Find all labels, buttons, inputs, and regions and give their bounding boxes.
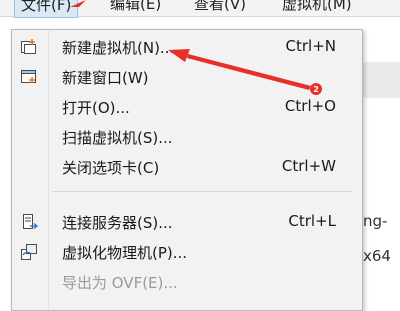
menu-item-new-window[interactable]: 新建窗口(W) <box>12 62 362 92</box>
menu-view[interactable]: 查看(V) <box>188 0 252 16</box>
new-window-icon <box>21 70 36 83</box>
menu-item-label: 新建虚拟机(N)... <box>62 39 175 57</box>
menu-item-new-vm[interactable]: 新建虚拟机(N)... Ctrl+N <box>12 32 362 62</box>
menu-item-shortcut: Ctrl+N <box>285 37 336 55</box>
menu-item-label: 导出为 OVF(E)... <box>62 274 178 292</box>
menu-item-label: 连接服务器(S)... <box>62 214 173 232</box>
menu-item-connect-server[interactable]: 连接服务器(S)... Ctrl+L <box>12 207 362 237</box>
virtualize-physical-icon <box>21 244 37 260</box>
menu-bar: 文件(F) 编辑(E) 查看(V) 虚拟机(M) <box>0 0 400 18</box>
menu-item-label: 虚拟化物理机(P)... <box>62 244 188 262</box>
background-toolbar <box>360 62 400 98</box>
new-vm-icon <box>21 39 36 54</box>
menu-item-label: 打开(O)... <box>62 99 130 117</box>
menu-item-label: 关闭选项卡(C) <box>62 159 160 177</box>
menu-item-shortcut: Ctrl+O <box>284 97 336 115</box>
background-text: ng- <box>363 212 388 230</box>
menu-item-virtualize-physical[interactable]: 虚拟化物理机(P)... <box>12 237 362 267</box>
menu-separator <box>52 191 352 192</box>
menu-item-label: 新建窗口(W) <box>62 69 149 87</box>
menu-item-shortcut: Ctrl+L <box>288 212 336 230</box>
menu-item-close-tab[interactable]: 关闭选项卡(C) Ctrl+W <box>12 152 362 182</box>
menu-item-label: 扫描虚拟机(S)... <box>62 129 173 147</box>
menu-file[interactable]: 文件(F) <box>14 0 79 18</box>
background-text: x64 <box>363 247 391 265</box>
menu-edit[interactable]: 编辑(E) <box>104 0 167 16</box>
menu-item-open[interactable]: 打开(O)... Ctrl+O <box>12 92 362 122</box>
menu-vm[interactable]: 虚拟机(M) <box>276 0 358 16</box>
connect-server-icon <box>23 214 38 230</box>
menu-item-export-ovf: 导出为 OVF(E)... <box>12 267 362 297</box>
menu-item-shortcut: Ctrl+W <box>281 157 336 175</box>
menu-item-scan-vm[interactable]: 扫描虚拟机(S)... <box>12 122 362 152</box>
file-menu-dropdown: 新建虚拟机(N)... Ctrl+N 新建窗口(W) 打开(O)... Ctrl… <box>11 29 363 311</box>
